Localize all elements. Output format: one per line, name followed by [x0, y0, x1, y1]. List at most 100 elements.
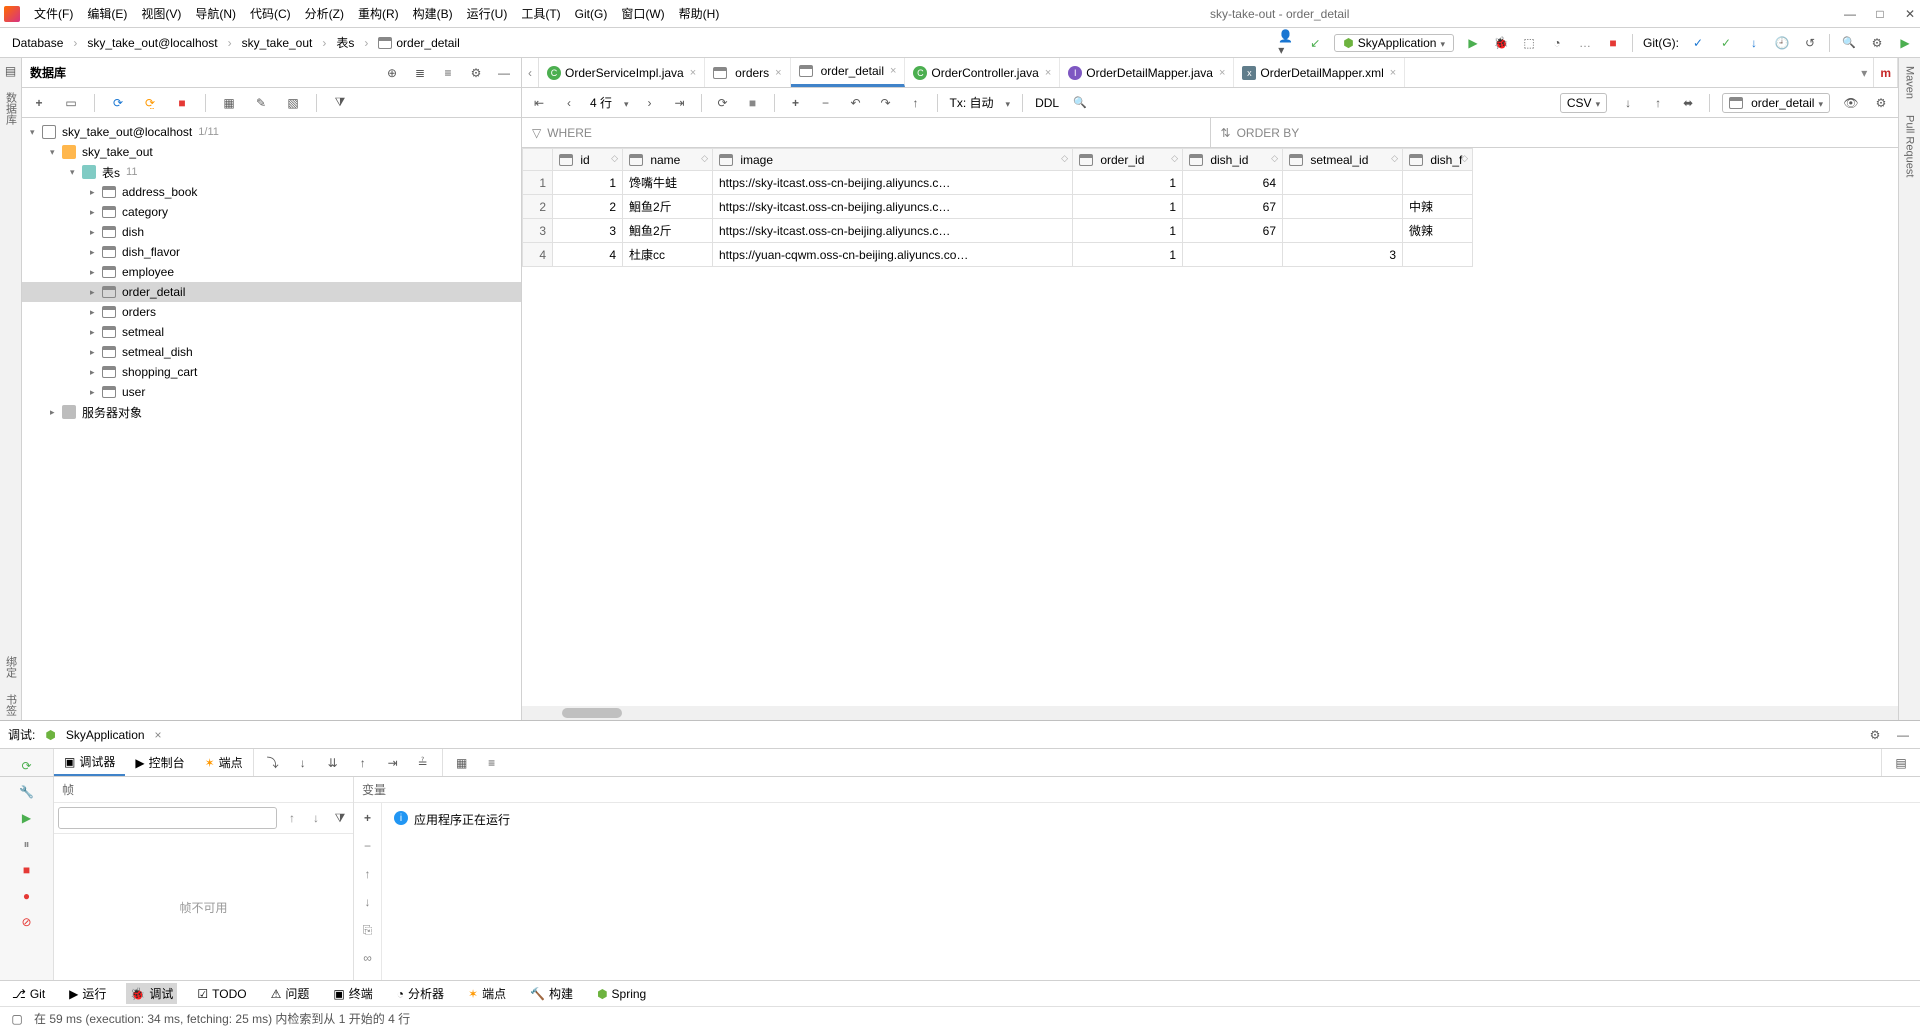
- tree-table-order_detail[interactable]: ▸order_detail: [22, 282, 521, 302]
- menu-analyze[interactable]: 分析(Z): [299, 3, 350, 24]
- cell[interactable]: 鮰鱼2斤: [623, 219, 713, 243]
- frame-filter-icon[interactable]: [331, 809, 349, 827]
- column-header-name[interactable]: name◇: [623, 149, 713, 171]
- menu-refactor[interactable]: 重构(R): [352, 3, 405, 24]
- debug-button[interactable]: [1492, 34, 1510, 52]
- tree-tables-folder[interactable]: ▾ 表s11: [22, 162, 521, 182]
- bottom-tab-run[interactable]: 运行: [65, 983, 110, 1004]
- stop-debug-button[interactable]: [18, 861, 36, 879]
- resume-button[interactable]: [18, 809, 36, 827]
- menu-view[interactable]: 视图(V): [135, 3, 187, 24]
- search-everywhere-icon[interactable]: [1840, 34, 1858, 52]
- bottom-tab-todo[interactable]: ☑TODO: [193, 985, 250, 1003]
- table-selector[interactable]: order_detail: [1722, 93, 1830, 113]
- tx-dropdown-icon[interactable]: [1006, 96, 1011, 110]
- editor-tab[interactable]: COrderServiceImpl.java×: [539, 58, 705, 87]
- git-commit-icon[interactable]: [1689, 34, 1707, 52]
- first-page-icon[interactable]: ⇤: [530, 94, 548, 112]
- tree-table-orders[interactable]: ▸orders: [22, 302, 521, 322]
- cell[interactable]: 微辣: [1403, 219, 1473, 243]
- debug-settings-icon[interactable]: [1866, 726, 1884, 744]
- evaluate-icon[interactable]: ≟: [414, 754, 432, 772]
- ddl-button[interactable]: DDL: [1035, 96, 1059, 110]
- tree-server-objects[interactable]: ▸ 服务器对象: [22, 402, 521, 422]
- tab-close-icon[interactable]: ×: [1219, 67, 1225, 79]
- settings-icon[interactable]: [1868, 34, 1886, 52]
- watch-up-icon[interactable]: [359, 865, 377, 883]
- breadcrumb-datasource[interactable]: sky_take_out@localhost: [81, 34, 223, 52]
- db-table-view-icon[interactable]: ▦: [220, 94, 238, 112]
- cell[interactable]: [1283, 219, 1403, 243]
- debugger-tab[interactable]: ▣调试器: [54, 749, 125, 776]
- frame-down-icon[interactable]: [307, 809, 325, 827]
- debug-more-icon[interactable]: ▤: [1892, 754, 1910, 772]
- cell[interactable]: 3: [1283, 243, 1403, 267]
- orderby-filter[interactable]: ⇅ORDER BY: [1210, 118, 1899, 147]
- mute-breakpoints-icon[interactable]: ⊘: [18, 913, 36, 931]
- force-step-icon[interactable]: ⇊: [324, 754, 342, 772]
- maximize-button[interactable]: □: [1874, 7, 1886, 21]
- cell[interactable]: 67: [1183, 219, 1283, 243]
- bottom-tab-endpoints[interactable]: ✶端点: [464, 983, 510, 1004]
- view-breakpoints-icon[interactable]: ●: [18, 887, 36, 905]
- cancel-query-button[interactable]: [744, 94, 762, 112]
- next-page-icon[interactable]: ›: [641, 94, 659, 112]
- tree-table-address_book[interactable]: ▸address_book: [22, 182, 521, 202]
- db-refresh-button[interactable]: [109, 94, 127, 112]
- git-rollback-icon[interactable]: ↺: [1801, 34, 1819, 52]
- tab-close-icon[interactable]: ×: [1045, 67, 1051, 79]
- menu-code[interactable]: 代码(C): [244, 3, 297, 24]
- cell[interactable]: 馋嘴牛蛙: [623, 171, 713, 195]
- import-button[interactable]: [1649, 94, 1667, 112]
- tab-close-icon[interactable]: ×: [1390, 67, 1396, 79]
- debug-tab-close[interactable]: ×: [155, 728, 162, 742]
- view-mode-icon[interactable]: 👁: [1842, 94, 1860, 112]
- layout-icon[interactable]: ▦: [453, 754, 471, 772]
- profile-button[interactable]: ◔: [1548, 34, 1566, 52]
- console-tab[interactable]: ▶控制台: [125, 749, 194, 776]
- cell[interactable]: 64: [1183, 171, 1283, 195]
- menu-window[interactable]: 窗口(W): [615, 3, 670, 24]
- step-out-icon[interactable]: ↑: [354, 754, 372, 772]
- reload-button[interactable]: [714, 94, 732, 112]
- cell[interactable]: 67: [1183, 195, 1283, 219]
- column-header-image[interactable]: image◇: [713, 149, 1073, 171]
- cell[interactable]: 4: [553, 243, 623, 267]
- tab-scroll-left[interactable]: ‹: [522, 58, 539, 87]
- run-button[interactable]: [1464, 34, 1482, 52]
- run-anything-icon[interactable]: [1896, 34, 1914, 52]
- git-history-icon[interactable]: 🕘: [1773, 34, 1791, 52]
- left-rail-bookmark[interactable]: 书签: [3, 690, 19, 720]
- last-page-icon[interactable]: ⇥: [671, 94, 689, 112]
- db-expand-icon[interactable]: ≣: [411, 64, 429, 82]
- column-header-dish_f[interactable]: dish_f◇: [1403, 149, 1473, 171]
- cell[interactable]: [1283, 195, 1403, 219]
- db-add-button[interactable]: [30, 94, 48, 112]
- db-edit-icon[interactable]: ✎: [252, 94, 270, 112]
- vcs-update-icon[interactable]: ↙: [1306, 34, 1324, 52]
- menu-run[interactable]: 运行(U): [461, 3, 514, 24]
- column-header-id[interactable]: id◇: [553, 149, 623, 171]
- cell[interactable]: 1: [1073, 243, 1183, 267]
- step-over-icon[interactable]: ⤵: [264, 754, 282, 772]
- cell[interactable]: [1283, 171, 1403, 195]
- cell[interactable]: https://sky-itcast.oss-cn-beijing.aliyun…: [713, 195, 1073, 219]
- add-watch-icon[interactable]: [359, 809, 377, 827]
- cell[interactable]: https://sky-itcast.oss-cn-beijing.aliyun…: [713, 171, 1073, 195]
- thread-selector[interactable]: [58, 807, 277, 829]
- cell[interactable]: https://yuan-cqwm.oss-cn-beijing.aliyunc…: [713, 243, 1073, 267]
- bottom-tab-git[interactable]: ⎇Git: [8, 985, 49, 1003]
- cell[interactable]: https://sky-itcast.oss-cn-beijing.aliyun…: [713, 219, 1073, 243]
- bottom-tab-build[interactable]: 🔨构建: [526, 983, 577, 1004]
- attach-button[interactable]: …: [1576, 34, 1594, 52]
- user-icon[interactable]: 👤▾: [1278, 34, 1296, 52]
- git-pull-icon[interactable]: ↓: [1745, 34, 1763, 52]
- db-settings-icon[interactable]: [467, 64, 485, 82]
- db-sync-button[interactable]: ⟳̤: [141, 94, 159, 112]
- revert-button[interactable]: [847, 94, 865, 112]
- tree-table-dish_flavor[interactable]: ▸dish_flavor: [22, 242, 521, 262]
- data-search-icon[interactable]: [1071, 94, 1089, 112]
- cell[interactable]: [1403, 171, 1473, 195]
- breadcrumb-database[interactable]: Database: [6, 34, 69, 52]
- editor-tab[interactable]: order_detail×: [791, 58, 906, 87]
